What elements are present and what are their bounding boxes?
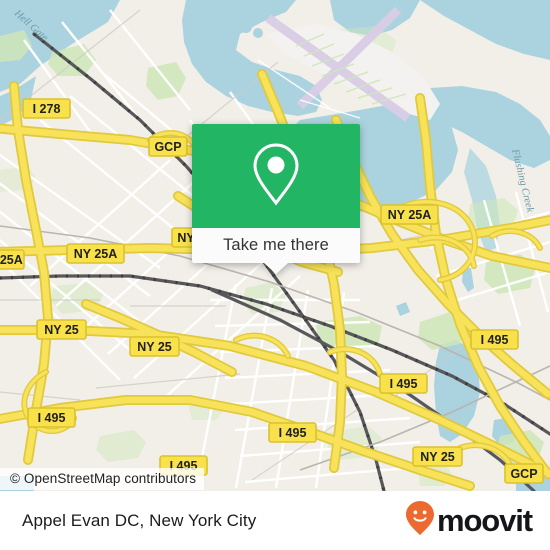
map-screenshot: Hell Gate Flushing Creek I 278 GCP 25A N… [0, 0, 550, 550]
shield-i495-right-top: I 495 [470, 329, 519, 350]
take-me-there-button[interactable]: Take me there [223, 236, 329, 255]
map-attribution[interactable]: © OpenStreetMap contributors [0, 468, 205, 490]
svg-text:GCP: GCP [510, 467, 537, 481]
svg-text:I 495: I 495 [279, 426, 307, 440]
svg-text:NY 25: NY 25 [420, 450, 455, 464]
shield-ny25a-right: NY 25A [380, 204, 439, 225]
shield-ny25-left: NY 25 [129, 336, 180, 357]
svg-text:GCP: GCP [154, 140, 181, 154]
svg-text:NY 25A: NY 25A [0, 253, 23, 267]
shield-i495-right-mid: I 495 [379, 373, 428, 394]
shield-i278: I 278 [22, 98, 71, 119]
popup-header [192, 124, 360, 228]
moovit-smiley-pin-icon [405, 500, 435, 541]
shield-ny25a-left: NY 25A [66, 243, 125, 264]
footer-bar: Appel Evan DC, New York City moovit [0, 491, 550, 550]
attribution-text: © OpenStreetMap contributors [10, 471, 197, 486]
svg-text:NY 25A: NY 25A [74, 247, 118, 261]
svg-text:NY 25: NY 25 [44, 323, 79, 337]
svg-text:I 278: I 278 [33, 102, 61, 116]
svg-text:NY 25A: NY 25A [388, 208, 432, 222]
moovit-logo[interactable]: moovit [405, 500, 533, 541]
location-pin-icon [249, 141, 303, 212]
popup-pointer [264, 263, 288, 274]
shield-ny25a-left-edge: NY 25A [0, 249, 25, 270]
shield-gcp-bottom: GCP [504, 463, 544, 484]
svg-text:I 495: I 495 [481, 333, 509, 347]
moovit-wordmark: moovit [436, 503, 533, 538]
svg-text:I 495: I 495 [390, 377, 418, 391]
popup-action-bar[interactable]: Take me there [192, 228, 360, 274]
shield-ny25-bottom-right: NY 25 [412, 446, 463, 467]
shield-gcp-top: GCP [148, 136, 188, 157]
place-title: Appel Evan DC, New York City [22, 510, 257, 530]
map-popup-card[interactable]: Take me there [192, 124, 360, 274]
svg-text:I 495: I 495 [38, 411, 66, 425]
shield-ny25-far-left: NY 25 [36, 319, 87, 340]
shield-i495-left: I 495 [27, 407, 76, 428]
shield-i495-center: I 495 [268, 422, 317, 443]
svg-text:NY 25: NY 25 [137, 340, 172, 354]
